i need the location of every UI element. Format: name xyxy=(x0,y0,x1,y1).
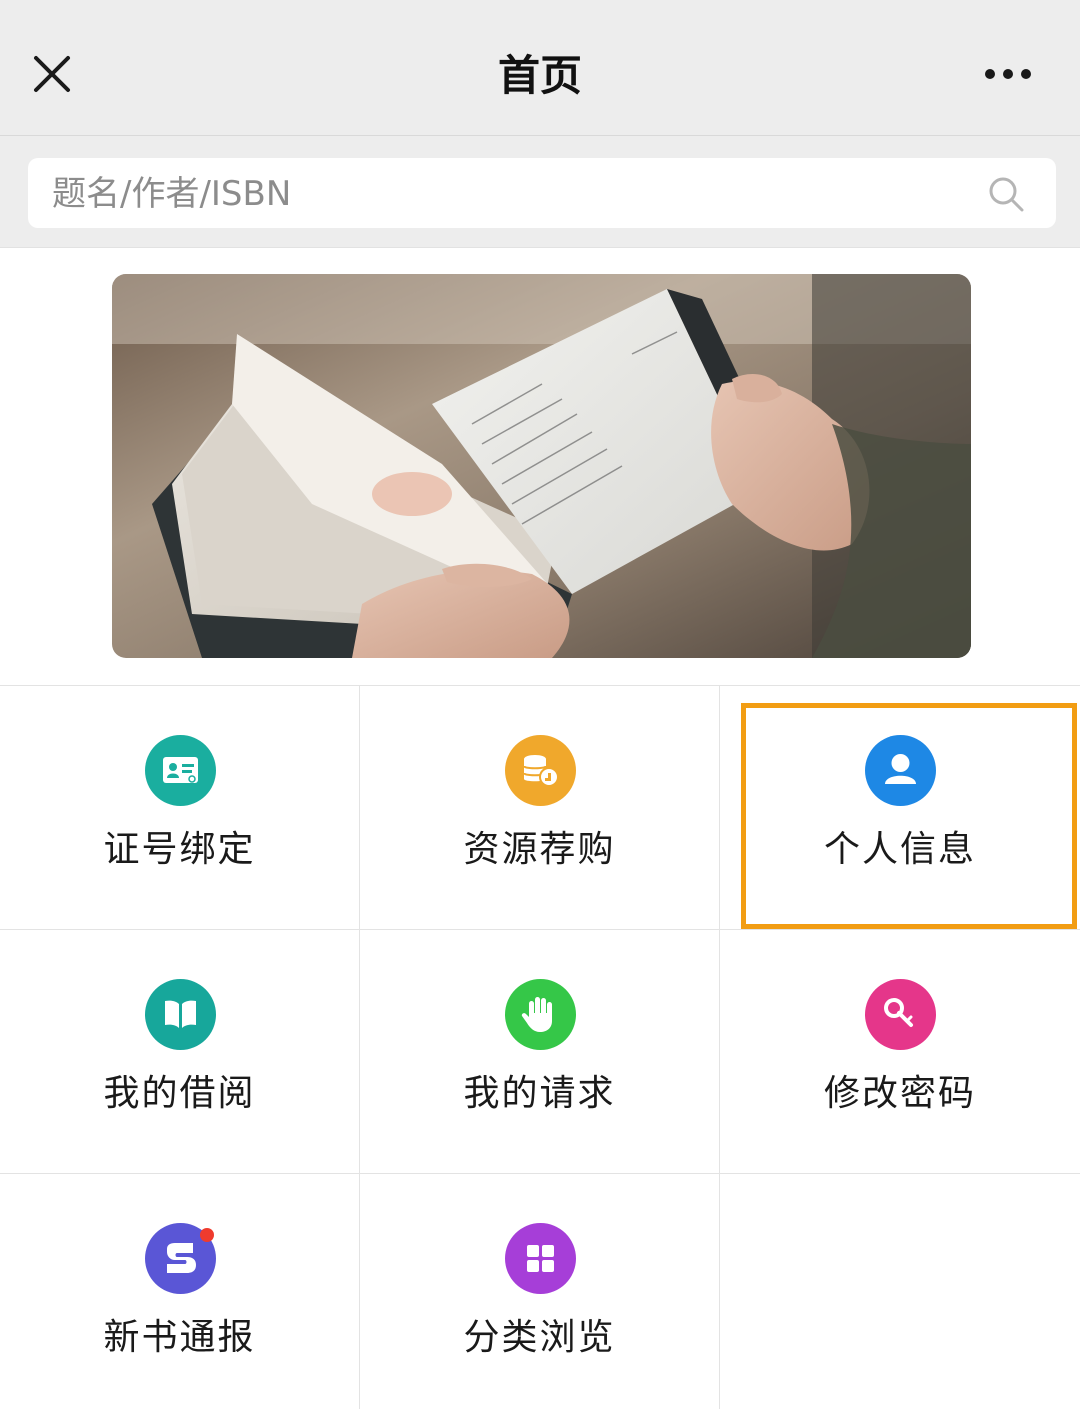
banner-image[interactable] xyxy=(112,274,971,658)
id-card-icon xyxy=(145,735,216,806)
grid-item-label: 资源荐购 xyxy=(463,829,616,870)
page-title: 首页 xyxy=(497,51,582,100)
title-bar: 首页 xyxy=(0,0,1080,136)
search-box xyxy=(28,158,1056,230)
hand-icon xyxy=(505,979,576,1050)
grid-item-my-requests[interactable]: 我的请求 xyxy=(360,930,720,1174)
grid-empty-cell xyxy=(720,1174,1080,1409)
grid-item-card-binding[interactable]: 证号绑定 xyxy=(0,686,360,930)
category-grid-icon xyxy=(505,1223,576,1294)
grid-item-label: 证号绑定 xyxy=(103,829,256,870)
function-grid: 证号绑定 资源荐购 个人信息 我的借阅 我的请求 修改密码 新书通报 分类浏览 xyxy=(0,685,1080,1409)
book-icon xyxy=(145,979,216,1050)
grid-item-label: 新书通报 xyxy=(103,1317,256,1358)
database-like-icon xyxy=(505,735,576,806)
search-icon[interactable] xyxy=(986,174,1026,214)
grid-item-resource-recommend[interactable]: 资源荐购 xyxy=(360,686,720,930)
grid-item-personal-info[interactable]: 个人信息 xyxy=(720,686,1080,930)
grid-item-change-password[interactable]: 修改密码 xyxy=(720,930,1080,1174)
search-area xyxy=(0,136,1080,248)
grid-item-new-books[interactable]: 新书通报 xyxy=(0,1174,360,1409)
page: 首页 题名/作者/ISBN 证号绑定 资源荐购 个人信息 我的借阅 我的请求 修… xyxy=(0,0,1080,1409)
grid-item-label: 我的请求 xyxy=(463,1073,616,1114)
grid-item-label: 分类浏览 xyxy=(463,1317,616,1358)
user-icon xyxy=(865,735,936,806)
grid-item-label: 个人信息 xyxy=(823,829,976,870)
grid-item-label: 修改密码 xyxy=(823,1073,976,1114)
grid-item-label: 我的借阅 xyxy=(103,1073,256,1114)
grid-item-category-browse[interactable]: 分类浏览 xyxy=(360,1174,720,1409)
grid-item-my-borrowing[interactable]: 我的借阅 xyxy=(0,930,360,1174)
key-icon xyxy=(865,979,936,1050)
more-icon[interactable] xyxy=(978,56,1038,92)
search-input[interactable] xyxy=(50,158,954,230)
new-book-icon xyxy=(145,1223,216,1294)
notification-badge xyxy=(200,1228,214,1242)
